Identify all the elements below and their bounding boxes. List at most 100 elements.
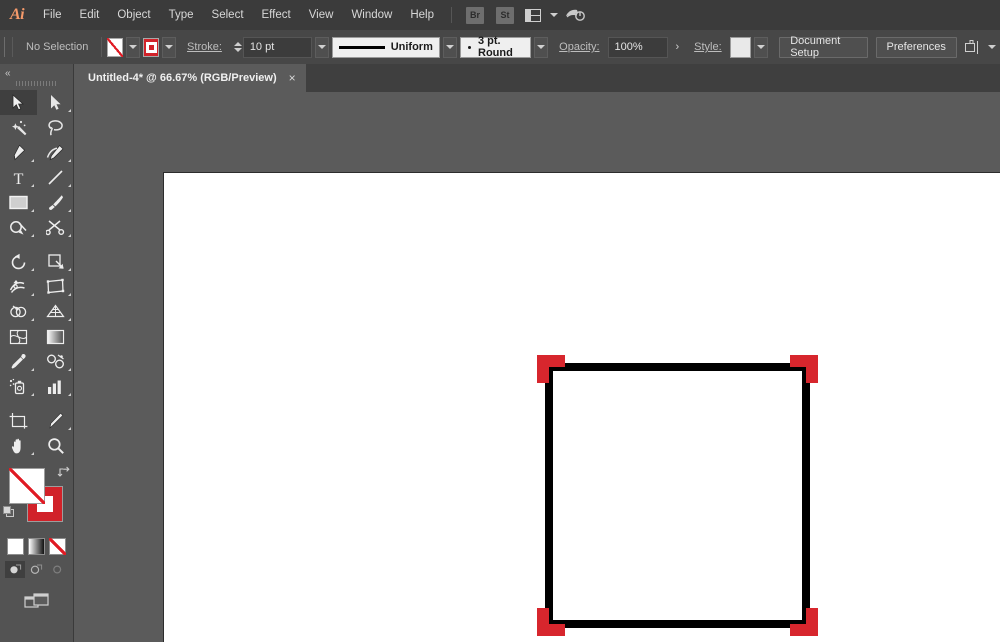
chevron-down-icon[interactable] xyxy=(550,13,558,17)
screen-mode-container xyxy=(0,578,73,615)
stock-button[interactable]: St xyxy=(496,7,514,24)
canvas-area[interactable] xyxy=(74,92,1000,642)
workspace-switcher-icon[interactable] xyxy=(565,5,585,25)
tool-width[interactable] xyxy=(0,274,37,299)
draw-mode-buttons xyxy=(0,555,73,578)
stroke-weight-input[interactable]: 10 pt xyxy=(243,37,312,58)
red-corner-top-left[interactable] xyxy=(537,355,565,383)
menu-item-select[interactable]: Select xyxy=(203,0,253,30)
swap-fill-stroke-icon[interactable] xyxy=(57,465,70,478)
red-corner-top-right[interactable] xyxy=(790,355,818,383)
style-label[interactable]: Style: xyxy=(686,41,730,53)
tool-symbol-sprayer[interactable] xyxy=(0,374,37,399)
control-bar-grip[interactable] xyxy=(4,37,7,57)
tool-shape-builder[interactable] xyxy=(0,299,37,324)
opacity-expand-button[interactable]: › xyxy=(668,41,686,53)
tool-free-transform[interactable] xyxy=(37,274,74,299)
stroke-profile-select[interactable]: Uniform xyxy=(332,37,440,58)
style-dropdown-button[interactable] xyxy=(754,37,768,58)
stroke-swatch[interactable] xyxy=(143,38,159,57)
tool-line-segment[interactable] xyxy=(37,165,74,190)
draw-inside-mode-button[interactable] xyxy=(47,561,67,578)
arrange-documents-icon[interactable] xyxy=(523,5,543,25)
document-tab[interactable]: Untitled-4* @ 66.67% (RGB/Preview) × xyxy=(74,64,306,92)
menu-item-type[interactable]: Type xyxy=(160,0,203,30)
menu-bar: Ai File Edit Object Type Select Effect V… xyxy=(0,0,1000,30)
red-corner-bottom-right[interactable] xyxy=(790,608,818,636)
graphic-style-swatch[interactable] xyxy=(730,37,751,58)
change-screen-mode-icon[interactable] xyxy=(24,592,50,615)
fill-swatch[interactable] xyxy=(107,38,123,57)
none-mode-button[interactable] xyxy=(49,538,66,555)
tool-selection[interactable] xyxy=(0,90,37,115)
tool-rectangle[interactable] xyxy=(0,190,37,215)
tool-direct-selection[interactable] xyxy=(37,90,74,115)
menu-item-view[interactable]: View xyxy=(300,0,343,30)
stroke-profile-dropdown-button[interactable] xyxy=(443,37,457,58)
tool-eyedropper[interactable] xyxy=(0,349,37,374)
default-fill-stroke-icon[interactable] xyxy=(3,506,16,519)
stroke-label[interactable]: Stroke: xyxy=(179,41,230,53)
menu-item-help[interactable]: Help xyxy=(401,0,443,30)
align-options-icon[interactable] xyxy=(965,37,981,57)
tool-blend[interactable] xyxy=(37,349,74,374)
tool-flyout-indicator xyxy=(31,318,34,321)
tool-column-graph[interactable] xyxy=(37,374,74,399)
tool-mesh[interactable] xyxy=(0,324,37,349)
color-mode-button[interactable] xyxy=(7,538,24,555)
tool-gradient[interactable] xyxy=(37,324,74,349)
opacity-label[interactable]: Opacity: xyxy=(551,41,607,53)
tool-pen[interactable] xyxy=(0,140,37,165)
brush-definition-select[interactable]: 3 pt. Round xyxy=(460,37,531,58)
tools-panel-grip[interactable] xyxy=(16,81,56,86)
close-icon[interactable]: × xyxy=(289,72,296,84)
document-setup-button[interactable]: Document Setup xyxy=(779,37,867,58)
menu-item-object[interactable]: Object xyxy=(108,0,159,30)
tool-flyout-indicator xyxy=(68,318,71,321)
red-corner-bottom-left[interactable] xyxy=(537,608,565,636)
artboard[interactable] xyxy=(163,172,1000,642)
preferences-button[interactable]: Preferences xyxy=(876,37,957,58)
menu-item-file[interactable]: File xyxy=(34,0,71,30)
draw-behind-mode-button[interactable] xyxy=(26,561,46,578)
tool-flyout-indicator xyxy=(31,393,34,396)
stroke-dropdown-button[interactable] xyxy=(162,37,176,58)
tool-paintbrush[interactable] xyxy=(37,190,74,215)
tool-grid: T xyxy=(0,90,74,458)
tool-group-divider xyxy=(0,399,74,408)
opacity-input[interactable]: 100% xyxy=(608,37,669,58)
tool-flyout-indicator xyxy=(68,368,71,371)
stroke-weight-dropdown-button[interactable] xyxy=(315,37,329,58)
chevron-down-icon[interactable] xyxy=(988,45,996,49)
tools-panel: « xyxy=(0,64,74,642)
collapse-panel-icon[interactable]: « xyxy=(5,68,10,79)
artwork-square-with-red-corners[interactable] xyxy=(537,355,818,636)
tool-type[interactable]: T xyxy=(0,165,37,190)
menu-item-edit[interactable]: Edit xyxy=(71,0,109,30)
tool-rotate[interactable] xyxy=(0,249,37,274)
tool-group-divider xyxy=(0,240,74,249)
tool-magic-wand[interactable] xyxy=(0,115,37,140)
tool-curvature[interactable] xyxy=(37,140,74,165)
tool-zoom[interactable] xyxy=(37,433,74,458)
stroke-weight-stepper[interactable] xyxy=(234,37,243,57)
draw-normal-mode-button[interactable] xyxy=(5,561,25,578)
tool-slice[interactable] xyxy=(37,408,74,433)
menu-item-effect[interactable]: Effect xyxy=(253,0,300,30)
tool-lasso[interactable] xyxy=(37,115,74,140)
tool-scissors[interactable] xyxy=(37,215,74,240)
brush-dropdown-button[interactable] xyxy=(534,37,548,58)
tool-artboard[interactable] xyxy=(0,408,37,433)
tool-hand[interactable] xyxy=(0,433,37,458)
menu-divider xyxy=(451,7,452,23)
menu-item-window[interactable]: Window xyxy=(342,0,401,30)
bridge-button[interactable]: Br xyxy=(466,7,484,24)
gradient-mode-button[interactable] xyxy=(28,538,45,555)
tool-perspective-grid[interactable] xyxy=(37,299,74,324)
fill-dropdown-button[interactable] xyxy=(126,37,140,58)
tool-shaper[interactable] xyxy=(0,215,37,240)
chevron-down-icon xyxy=(129,45,137,49)
tool-scale[interactable] xyxy=(37,249,74,274)
black-square-stroke[interactable] xyxy=(545,363,810,628)
fill-color-swatch[interactable] xyxy=(9,468,45,504)
